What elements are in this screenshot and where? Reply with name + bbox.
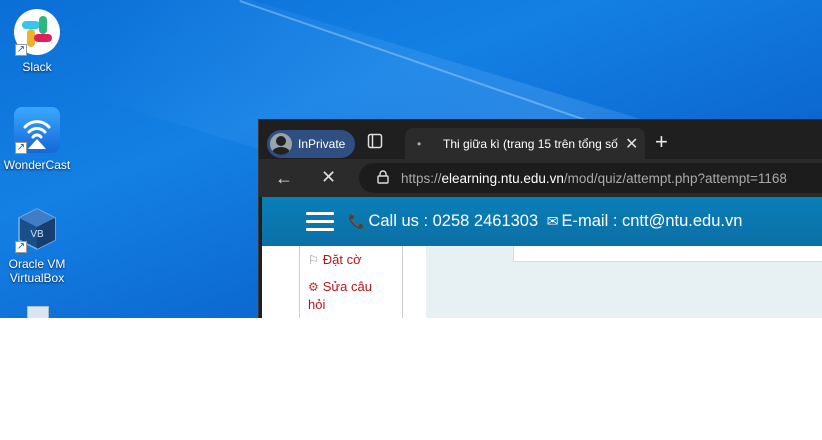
site-header: 📞 Call us : 0258 2461303 ✉ E-mail : cntt@n… [262, 197, 822, 246]
question-content-box [513, 246, 822, 262]
email-text: E-mail : cntt@ntu.edu.vn [561, 212, 743, 230]
wondercast-icon: ↗ [13, 106, 61, 154]
tab-strip: InPrivate • Thi giữa kì (trang 15 trên t… [259, 119, 822, 159]
desktop-icon-label-line2: VirtualBox [9, 271, 65, 285]
desktop-icon-partial[interactable] [0, 304, 74, 318]
url-path: /mod/quiz/attempt.php?attempt=1168 [563, 170, 787, 186]
lock-icon[interactable] [377, 169, 389, 187]
contact-info: 📞 Call us : 0258 2461303 ✉ E-mail : cntt@n… [348, 212, 742, 231]
menu-icon[interactable] [306, 211, 334, 232]
shortcut-arrow-icon: ↗ [15, 142, 27, 154]
close-tab-icon[interactable]: ✕ [625, 134, 638, 154]
edit-label-line2: hỏi [308, 297, 326, 312]
back-arrow-icon[interactable]: ← [275, 168, 293, 189]
tab-actions-icon[interactable] [367, 133, 389, 155]
flag-question-link[interactable]: ⚐ Đặt cờ [308, 251, 362, 269]
gear-icon: ⚙ [308, 280, 319, 294]
web-page: 📞 Call us : 0258 2461303 ✉ E-mail : cntt@n… [262, 197, 822, 318]
url-scheme: https:// [401, 170, 442, 186]
flag-label: Đặt cờ [322, 252, 362, 267]
desktop-icon-label: WonderCast [3, 158, 71, 172]
flag-icon: ⚐ [308, 253, 319, 267]
loading-icon: • [417, 136, 422, 151]
shortcut-arrow-icon: ↗ [15, 241, 27, 253]
question-actions: ⚐ Đặt cờ ⚙ Sửa câu hỏi [299, 246, 403, 318]
avatar-icon [270, 133, 292, 155]
phone-icon: 📞 [348, 213, 366, 229]
virtualbox-icon: VB ↗ [13, 205, 61, 253]
inprivate-label: InPrivate [298, 137, 346, 151]
quiz-side-panel: ⚐ Đặt cờ ⚙ Sửa câu hỏi [262, 246, 426, 318]
desktop-background: ↗ Slack ↗ WonderCast VB ↗ Oracle VM Virt… [0, 0, 822, 318]
browser-toolbar: ← ✕ https:// elearning.ntu.edu.vn /mod/q… [259, 159, 822, 197]
address-bar[interactable]: https:// elearning.ntu.edu.vn /mod/quiz/… [359, 163, 822, 193]
recycle-bin-icon [13, 304, 61, 318]
inprivate-profile-button[interactable]: InPrivate [267, 130, 355, 158]
stop-loading-icon[interactable]: ✕ [321, 167, 336, 188]
new-tab-icon[interactable]: + [655, 131, 668, 153]
desktop-icon-slack[interactable]: ↗ Slack [0, 8, 74, 74]
tab-quiz[interactable]: • Thi giữa kì (trang 15 trên tổng số ✕ [405, 128, 645, 159]
phone-text: Call us : 0258 2461303 [368, 212, 539, 230]
desktop-icon-virtualbox[interactable]: VB ↗ Oracle VM VirtualBox [0, 205, 74, 285]
tab-title: Thi giữa kì (trang 15 trên tổng số [443, 136, 618, 151]
edit-label-line1: Sửa câu [322, 279, 372, 294]
edit-question-link[interactable]: ⚙ Sửa câu hỏi [308, 278, 372, 313]
desktop-icon-wondercast[interactable]: ↗ WonderCast [0, 106, 74, 172]
shortcut-arrow-icon: ↗ [15, 44, 27, 56]
desktop-icon-label-line1: Oracle VM [8, 257, 66, 271]
envelope-icon: ✉ [546, 213, 559, 229]
desktop-icon-label: Slack [22, 60, 52, 74]
browser-window: InPrivate • Thi giữa kì (trang 15 trên t… [258, 119, 822, 318]
svg-text:VB: VB [30, 229, 44, 240]
slack-icon: ↗ [13, 8, 61, 56]
url-host: elearning.ntu.edu.vn [441, 170, 564, 186]
